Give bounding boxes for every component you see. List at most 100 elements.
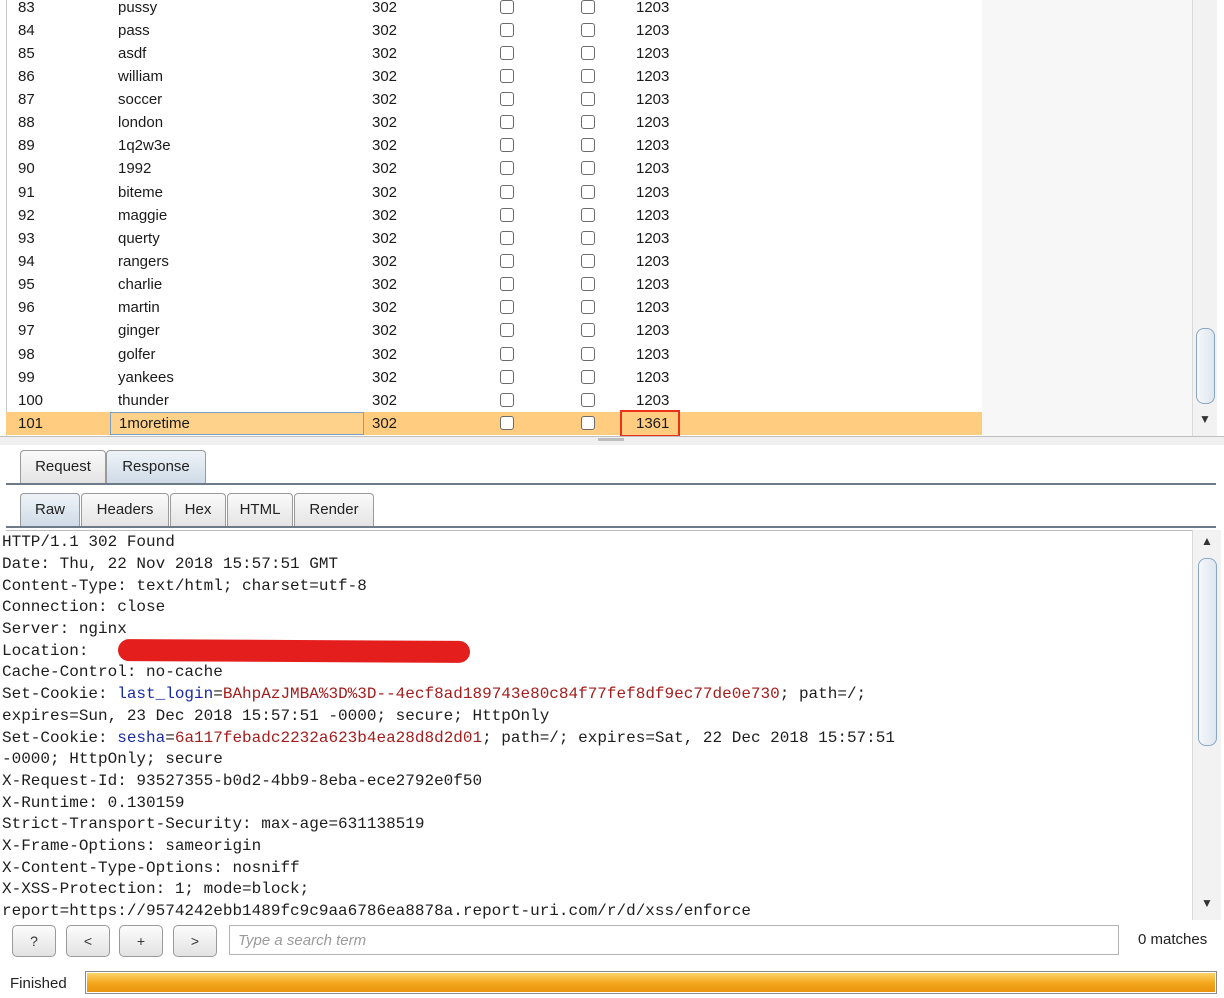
status-cell: 302 (372, 322, 398, 340)
tab-hex[interactable]: Hex (170, 493, 226, 526)
request-number-cell: 95 (18, 276, 35, 294)
search-input[interactable] (229, 925, 1119, 955)
table-row[interactable]: 87 soccer 302 1203 (6, 88, 982, 111)
cookie-attrs: ; path=/; (779, 685, 867, 703)
tab-response[interactable]: Response (106, 450, 206, 483)
table-row[interactable]: 83 pussy 302 1203 (6, 0, 982, 19)
error-checkbox (500, 45, 514, 60)
length-cell: 1203 (636, 160, 670, 178)
length-cell: 1203 (636, 0, 670, 16)
error-checkbox (500, 254, 514, 268)
table-row[interactable]: 93 querty 302 1203 (6, 227, 982, 250)
request-number-cell: 99 (18, 368, 35, 386)
length-cell: 1203 (636, 253, 670, 270)
help-button[interactable]: ? (12, 925, 56, 957)
table-row[interactable]: 95 charlie 302 1203 (6, 273, 982, 296)
chevron-left-icon: < (83, 933, 93, 949)
scroll-up-arrow-icon[interactable]: ▲ (1201, 534, 1213, 548)
error-checkbox (500, 0, 514, 14)
table-row[interactable]: 88 london 302 1203 (6, 111, 982, 134)
table-row[interactable]: 98 golfer 302 1203 (6, 343, 982, 366)
timeout-checkbox (581, 115, 595, 130)
table-row[interactable]: 97 ginger 302 1203 (6, 319, 982, 342)
progress-bar (85, 971, 1217, 994)
payload-cell: asdf (118, 44, 147, 62)
table-row[interactable]: 100 thunder 302 1203 (6, 389, 982, 412)
table-row[interactable]: 84 pass 302 1203 (6, 19, 982, 42)
request-number-cell: 83 (18, 0, 35, 16)
length-cell: 1203 (636, 345, 670, 363)
error-checkbox (500, 277, 514, 292)
error-checkbox (500, 369, 514, 384)
payload-cell: biteme (118, 183, 164, 201)
tab-render[interactable]: Render (294, 493, 374, 526)
timeout-checkbox (581, 416, 595, 431)
timeout-checkbox (581, 254, 595, 268)
table-row[interactable]: 86 william 302 1203 (6, 65, 982, 88)
request-number-cell: 88 (18, 114, 35, 132)
payload-cell: 1q2w3e (118, 137, 171, 155)
error-checkbox (500, 230, 514, 245)
request-number-cell: 85 (18, 44, 35, 62)
request-number-cell: 89 (18, 137, 35, 155)
tab-html[interactable]: HTML (227, 493, 293, 526)
request-number-cell: 86 (18, 67, 35, 85)
request-number-cell: 97 (18, 322, 35, 340)
table-row[interactable]: 90 1992 302 1203 (6, 157, 982, 180)
splitter-grip-icon[interactable] (598, 438, 624, 441)
table-row[interactable]: 85 asdf 302 1203 (6, 42, 982, 65)
table-row[interactable]: 92 maggie 302 1203 (6, 204, 982, 227)
timeout-checkbox (581, 323, 595, 338)
request-number-cell: 92 (18, 206, 35, 224)
tab-request[interactable]: Request (20, 450, 106, 483)
length-cell: 1203 (636, 44, 670, 62)
scroll-down-arrow-icon[interactable]: ▼ (1201, 896, 1213, 910)
length-cell: 1203 (636, 114, 670, 132)
status-cell: 302 (372, 206, 398, 224)
results-scrollbar[interactable]: ▼ (1192, 0, 1217, 436)
editor-scrollbar[interactable]: ▲ ▼ (1192, 530, 1221, 920)
length-cell: 1203 (636, 67, 670, 85)
status-cell: 302 (372, 137, 398, 155)
request-number-cell: 101 (18, 415, 44, 433)
timeout-checkbox (581, 45, 595, 60)
response-line: X-Content-Type-Options: nosniff (2, 859, 300, 877)
length-highlight-box (620, 410, 680, 438)
table-row[interactable]: 94 rangers 302 1203 (6, 250, 982, 273)
editor-scroll-thumb[interactable] (1198, 558, 1217, 746)
error-checkbox (500, 68, 514, 83)
table-row[interactable]: 99 yankees 302 1203 (6, 366, 982, 389)
results-scroll-thumb[interactable] (1196, 328, 1215, 404)
help-icon: ? (30, 933, 38, 949)
table-row[interactable]: 91 biteme 302 1203 (6, 181, 982, 204)
response-line: Connection: close (2, 598, 166, 616)
response-line: -0000; HttpOnly; secure (2, 750, 223, 768)
table-row[interactable]: 89 1q2w3e 302 1203 (6, 134, 982, 157)
timeout-checkbox (581, 392, 595, 407)
length-cell: 1203 (636, 276, 670, 294)
status-cell: 302 (372, 160, 398, 178)
status-cell: 302 (372, 90, 398, 108)
error-checkbox (500, 161, 514, 176)
length-cell: 1203 (636, 206, 670, 224)
request-number-cell: 100 (18, 391, 44, 409)
table-row-selected[interactable]: 101 1moretime 302 1361 (6, 410, 982, 438)
error-checkbox (500, 300, 514, 315)
tab-headers[interactable]: Headers (81, 493, 169, 526)
request-number-cell: 87 (18, 90, 35, 108)
timeout-checkbox (581, 346, 595, 361)
scroll-down-arrow-icon[interactable]: ▼ (1199, 412, 1211, 426)
payload-cell: ginger (118, 322, 160, 340)
next-match-button[interactable]: > (173, 925, 217, 957)
status-text: Finished (10, 975, 67, 992)
cookie-value: BAhpAzJMBA%3D%3D--4ecf8ad189743e80c84f77… (222, 685, 780, 703)
add-search-button[interactable]: + (119, 925, 163, 957)
length-cell: 1203 (636, 391, 670, 409)
length-cell: 1203 (636, 137, 670, 155)
table-row[interactable]: 96 martin 302 1203 (6, 296, 982, 319)
status-cell: 302 (372, 368, 398, 386)
timeout-checkbox (581, 68, 595, 83)
outer-tab-divider (6, 483, 1216, 485)
tab-raw[interactable]: Raw (20, 493, 80, 526)
previous-match-button[interactable]: < (66, 925, 110, 957)
